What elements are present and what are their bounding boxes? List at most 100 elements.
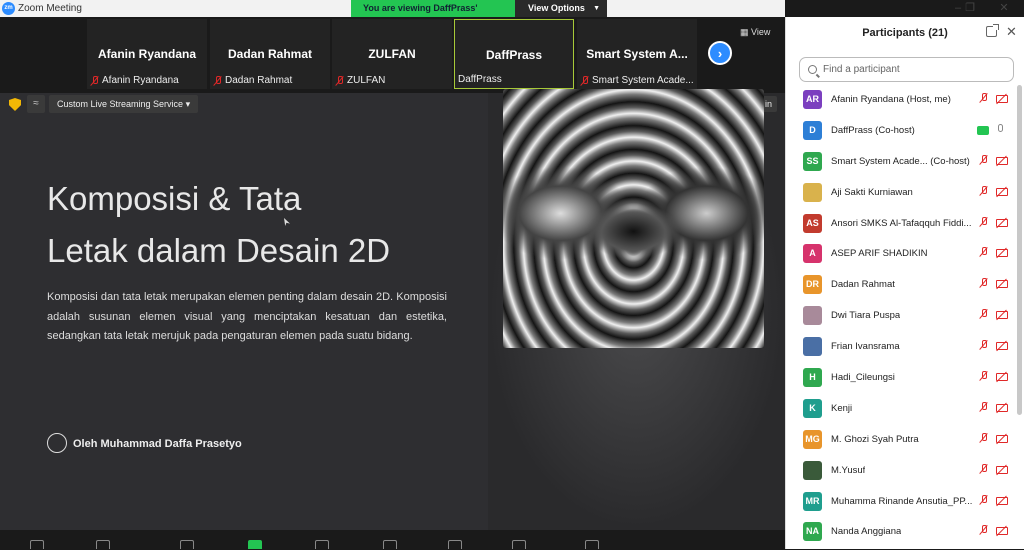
participant-list: AR Afanin Ryandana (Host, me) D DaffPrass (… bbox=[786, 87, 1019, 550]
live-stream-icon[interactable]: ≈ bbox=[27, 95, 45, 113]
video-off-icon[interactable] bbox=[996, 403, 1008, 412]
avatar bbox=[803, 337, 822, 357]
mic-icon[interactable] bbox=[998, 123, 1003, 132]
tile-label: Smart System Acade... bbox=[592, 75, 694, 86]
chat-icon[interactable] bbox=[315, 540, 329, 549]
video-off-icon[interactable] bbox=[996, 95, 1008, 103]
participant-row[interactable]: A ASEP ARIF SHADIKIN bbox=[786, 241, 1019, 272]
video-off-icon[interactable] bbox=[996, 187, 1008, 196]
participant-name: Hadi_Cileungsi bbox=[831, 372, 895, 384]
participant-row[interactable]: SS Smart System Acade... (Co-host) bbox=[786, 149, 1019, 180]
participant-row[interactable]: Frian Ivansrama bbox=[786, 334, 1019, 365]
video-off-icon[interactable] bbox=[996, 373, 1008, 382]
participant-list-scrollbar[interactable] bbox=[1017, 85, 1022, 415]
participant-row[interactable]: MG M. Ghozi Syah Putra bbox=[786, 427, 1019, 458]
apps-icon[interactable] bbox=[585, 540, 599, 549]
video-icon[interactable] bbox=[96, 540, 110, 549]
mic-muted-icon[interactable] bbox=[979, 340, 988, 350]
participant-row[interactable]: AS Ansori SMKS Al-Tafaqquh Fiddi... bbox=[786, 211, 1019, 242]
participant-name: Nanda Anggiana bbox=[831, 526, 902, 538]
tile-label: Dadan Rahmat bbox=[225, 75, 293, 86]
mic-muted-icon[interactable] bbox=[979, 401, 988, 412]
mic-muted-icon[interactable] bbox=[979, 309, 988, 319]
next-page-button[interactable]: › bbox=[708, 41, 732, 65]
tile-name: Afanin Ryandana bbox=[97, 47, 196, 61]
avatar bbox=[803, 182, 822, 202]
restore-button[interactable]: ❐ bbox=[956, 0, 984, 17]
security-shield-icon[interactable] bbox=[9, 98, 21, 111]
avatar: K bbox=[803, 398, 822, 418]
mic-muted-icon[interactable] bbox=[979, 278, 988, 288]
share-banner: You are viewing DaffPrass' screen View O… bbox=[351, 0, 607, 30]
video-tile-active[interactable]: DaffPrass DaffPrass bbox=[454, 19, 574, 89]
slide-body: Komposisi dan tata letak merupakan eleme… bbox=[47, 291, 447, 342]
participant-row[interactable]: H Hadi_Cileungsi bbox=[786, 365, 1019, 396]
participant-name: Muhamma Rinande Ansutia_PP... bbox=[831, 495, 973, 507]
participant-name: Afanin Ryandana (Host, me) bbox=[831, 94, 951, 105]
participants-panel: Participants (21) ✕ ARAfanin Ryandana (H… bbox=[785, 17, 1024, 549]
participant-search[interactable] bbox=[799, 57, 1014, 82]
participants-icon[interactable] bbox=[248, 540, 262, 549]
mic-muted-icon[interactable] bbox=[979, 185, 988, 196]
participant-row[interactable]: MR Muhamma Rinande Ansutia_PP... bbox=[786, 489, 1019, 520]
avatar: AR bbox=[803, 90, 822, 109]
search-input[interactable] bbox=[823, 64, 1003, 75]
video-off-icon[interactable] bbox=[996, 496, 1008, 505]
video-tile[interactable]: Afanin Ryandana Afanin Ryandana bbox=[87, 19, 207, 89]
participant-name: Kenji bbox=[831, 402, 853, 414]
avatar: MG bbox=[803, 429, 822, 449]
tile-name: DaffPrass bbox=[485, 48, 543, 62]
search-icon bbox=[808, 65, 817, 74]
reactions-icon[interactable] bbox=[512, 540, 526, 549]
video-off-icon[interactable] bbox=[996, 156, 1008, 165]
video-off-icon[interactable] bbox=[996, 434, 1008, 443]
avatar: A bbox=[803, 244, 822, 264]
mute-icon[interactable] bbox=[30, 540, 44, 549]
participant-row[interactable]: M.Yusuf bbox=[786, 458, 1019, 489]
mic-muted-icon bbox=[580, 75, 589, 86]
video-tile[interactable]: Smart System A... Smart System Acade... bbox=[577, 19, 697, 89]
mic-muted-icon[interactable] bbox=[979, 216, 988, 227]
mic-muted-icon[interactable] bbox=[979, 432, 988, 443]
zoom-logo-icon: zm bbox=[2, 2, 15, 15]
video-tile[interactable]: ZULFAN ZULFAN bbox=[332, 19, 452, 89]
live-stream-button[interactable]: Custom Live Streaming Service ▾ bbox=[49, 95, 199, 113]
participant-name: ASEP ARIF SHADIKIN bbox=[831, 248, 928, 260]
security-icon[interactable] bbox=[180, 540, 194, 549]
record-icon[interactable] bbox=[448, 540, 462, 549]
participant-row[interactable]: Dwi Tiara Puspa bbox=[786, 303, 1019, 334]
view-options-button[interactable]: View Options ▼ bbox=[515, 0, 607, 17]
video-off-icon[interactable] bbox=[996, 342, 1008, 351]
slide-text-panel: ≈ Custom Live Streaming Service ▾ Kompos… bbox=[0, 93, 488, 530]
close-icon[interactable]: ✕ bbox=[1006, 24, 1017, 40]
participant-row[interactable]: AR Afanin Ryandana (Host, me) bbox=[786, 87, 1019, 118]
video-off-icon[interactable] bbox=[996, 249, 1008, 258]
popout-icon[interactable] bbox=[986, 24, 999, 37]
mic-muted-icon[interactable] bbox=[979, 247, 988, 257]
video-off-icon[interactable] bbox=[996, 465, 1008, 474]
window-close-button[interactable]: ✕ bbox=[990, 0, 1018, 17]
abstract-swirl-image bbox=[503, 89, 764, 348]
participant-row[interactable]: K Kenji bbox=[786, 396, 1019, 427]
video-off-icon[interactable] bbox=[996, 311, 1008, 320]
participant-row[interactable]: Aji Sakti Kurniawan bbox=[786, 180, 1019, 211]
video-off-icon[interactable] bbox=[996, 527, 1008, 536]
participant-row[interactable]: D DaffPrass (Co-host) bbox=[786, 118, 1019, 149]
mic-muted-icon[interactable] bbox=[979, 154, 988, 165]
mic-muted-icon[interactable] bbox=[979, 463, 988, 474]
mic-muted-icon[interactable] bbox=[979, 525, 988, 535]
mic-muted-icon[interactable] bbox=[979, 93, 988, 103]
view-button[interactable]: ▦ View bbox=[740, 27, 770, 38]
participant-name: DaffPrass (Co-host) bbox=[831, 124, 915, 136]
video-off-icon[interactable] bbox=[996, 218, 1008, 227]
video-tile[interactable]: Dadan Rahmat Dadan Rahmat bbox=[210, 19, 330, 89]
author-avatar bbox=[47, 433, 67, 453]
mic-muted-icon[interactable] bbox=[979, 494, 988, 505]
share-screen-icon[interactable] bbox=[383, 540, 397, 549]
chevron-down-icon: ▼ bbox=[593, 5, 600, 12]
participant-row[interactable]: NA Nanda Anggiana bbox=[786, 519, 1019, 550]
mic-muted-icon[interactable] bbox=[979, 371, 988, 381]
participant-row[interactable]: DR Dadan Rahmat bbox=[786, 272, 1019, 303]
mic-muted-icon bbox=[90, 75, 99, 86]
video-off-icon[interactable] bbox=[996, 280, 1008, 289]
